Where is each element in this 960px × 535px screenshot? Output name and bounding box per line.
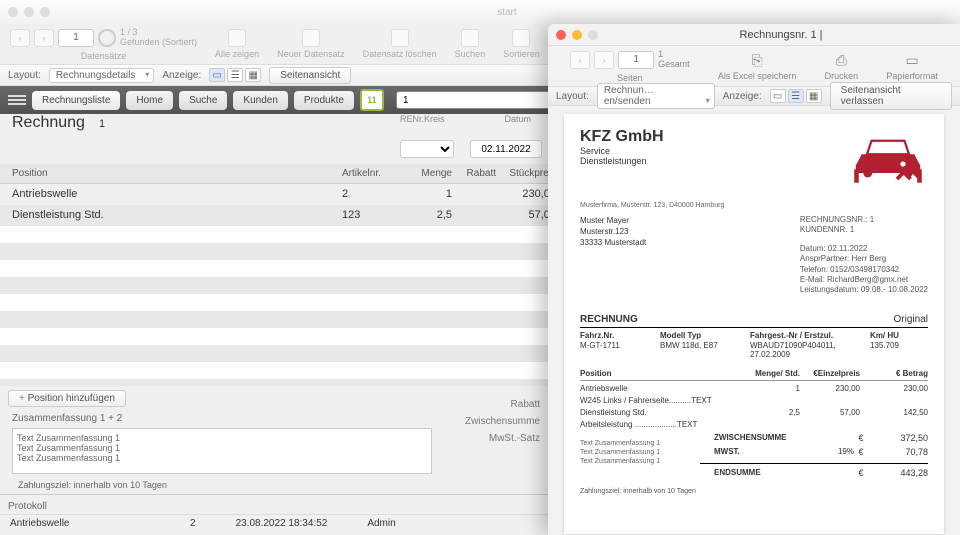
renr-kreis-select[interactable]: [400, 140, 454, 158]
rechnung-title: Rechnung: [12, 114, 85, 132]
layout-select[interactable]: Rechnungsdetails: [49, 68, 155, 83]
preview-titlebar: Rechnungsnr. 1 |: [548, 24, 960, 46]
datum-label: Datum: [505, 114, 532, 124]
next-record-button[interactable]: ›: [34, 29, 54, 47]
preview-layout-toolbar: Layout: Rechnun…en/senden Anzeige: ▭ ☰ ▦…: [548, 86, 960, 106]
page-view-button[interactable]: Seitenansicht: [269, 67, 351, 84]
add-position-button[interactable]: + Position hinzufügen: [8, 390, 126, 407]
search-icon[interactable]: [461, 29, 479, 47]
page-format-icon[interactable]: ▭: [903, 51, 921, 69]
tab-suche[interactable]: Suche: [179, 91, 227, 110]
titlebar: start: [0, 0, 960, 24]
calendar-icon[interactable]: 11: [360, 89, 384, 111]
renr-label: RENr.Kreis: [400, 114, 445, 124]
company-name: KFZ GmbH: [580, 128, 664, 146]
form-view-icon[interactable]: ▭: [770, 89, 786, 103]
menu-icon[interactable]: [8, 95, 26, 105]
preview-title: Rechnungsnr. 1 |: [610, 29, 952, 41]
excel-icon[interactable]: ⎘: [748, 51, 766, 69]
list-view-icon[interactable]: ☰: [227, 68, 243, 82]
invoice-payment-terms: Zahlungsziel: innerhalb von 10 Tagen: [580, 488, 928, 495]
prev-page-button[interactable]: ‹: [570, 51, 590, 69]
new-record-label: Neuer Datensatz: [277, 49, 345, 59]
sort-icon[interactable]: [512, 29, 530, 47]
print-icon[interactable]: ⎙: [832, 51, 850, 69]
table-view-icon[interactable]: ▦: [245, 68, 261, 82]
car-logo-icon: [848, 128, 928, 188]
page-input[interactable]: 1: [618, 51, 654, 69]
record-number-input[interactable]: 1: [58, 29, 94, 47]
invoice-preview: KFZ GmbH Service Dienstleistungen Muster…: [564, 114, 944, 534]
minimize-icon[interactable]: [572, 30, 582, 40]
maximize-icon[interactable]: [588, 30, 598, 40]
show-all-icon[interactable]: [228, 29, 246, 47]
summary-textbox[interactable]: Text Zusammenfassung 1Text Zusammenfassu…: [12, 428, 432, 474]
search-label: Suchen: [455, 49, 486, 59]
tab-produkte[interactable]: Produkte: [294, 91, 354, 110]
seiten-label: Seiten: [617, 73, 643, 83]
layout-label: Layout:: [8, 70, 41, 81]
window-title: start: [62, 7, 952, 18]
tab-kunden[interactable]: Kunden: [233, 91, 287, 110]
pie-icon: [98, 29, 116, 47]
list-view-icon[interactable]: ☰: [788, 89, 804, 103]
totals-labels: RabattZwischensummeMwSt.-Satz: [465, 396, 540, 447]
tab-rechnungsliste[interactable]: Rechnungsliste: [32, 91, 120, 110]
new-record-icon[interactable]: [302, 29, 320, 47]
next-page-button[interactable]: ›: [594, 51, 614, 69]
found-label: Gefunden (Sortiert): [120, 38, 197, 48]
customer-name: Muster Mayer: [580, 215, 646, 226]
view-mode-icons: ▭ ☰ ▦: [209, 68, 261, 82]
datum-input[interactable]: [470, 140, 542, 158]
exit-preview-button[interactable]: Seitenansicht verlassen: [830, 82, 952, 110]
preview-layout-select[interactable]: Rechnun…en/senden: [597, 83, 715, 109]
sender-line: Musterfirma, Musterstr. 123, D40000 Hamb…: [580, 202, 928, 209]
show-all-label: Alle zeigen: [215, 49, 259, 59]
records-label: Datensätze: [81, 51, 127, 61]
traffic-lights: [8, 7, 50, 17]
delete-record-icon[interactable]: [391, 29, 409, 47]
anzeige-label: Anzeige:: [162, 70, 201, 81]
preview-window: Rechnungsnr. 1 | ‹ › 1 1 Gesamt Seiten ⎘…: [548, 24, 960, 535]
preview-toolbar: ‹ › 1 1 Gesamt Seiten ⎘Als Excel speiche…: [548, 46, 960, 86]
minimize-icon[interactable]: [24, 7, 34, 17]
rechnung-number: 1: [99, 118, 105, 130]
close-icon[interactable]: [8, 7, 18, 17]
sort-label: Sortieren: [503, 49, 540, 59]
nav-group: ‹ › 1 1 / 3 Gefunden (Sortiert) Datensät…: [10, 27, 197, 61]
close-icon[interactable]: [556, 30, 566, 40]
nav-search-input[interactable]: [396, 91, 556, 109]
delete-record-label: Datensatz löschen: [363, 49, 437, 59]
tab-home[interactable]: Home: [126, 91, 173, 110]
table-view-icon[interactable]: ▦: [806, 89, 822, 103]
prev-record-button[interactable]: ‹: [10, 29, 30, 47]
form-view-icon[interactable]: ▭: [209, 68, 225, 82]
maximize-icon[interactable]: [40, 7, 50, 17]
